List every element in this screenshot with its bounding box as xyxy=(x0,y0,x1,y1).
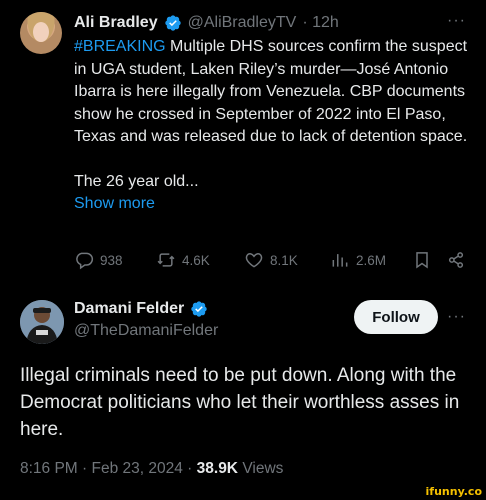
follow-button[interactable]: Follow xyxy=(354,300,438,334)
like-button[interactable]: 8.1K xyxy=(244,250,298,270)
hashtag-link[interactable]: #BREAKING xyxy=(74,38,166,55)
avatar[interactable] xyxy=(20,12,62,54)
avatar-face xyxy=(33,22,49,42)
avatar-image xyxy=(20,300,64,344)
show-more-link[interactable]: Show more xyxy=(74,195,155,212)
repost-button[interactable]: 4.6K xyxy=(156,250,210,270)
bookmark-icon xyxy=(416,252,428,269)
more-options-icon[interactable]: ··· xyxy=(447,12,466,30)
bookmark-button[interactable] xyxy=(412,250,432,270)
views-button[interactable]: 2.6M xyxy=(330,250,386,270)
share-icon xyxy=(448,252,464,268)
tweet-actions: 938 4.6K 8.1K 2.6M xyxy=(74,250,474,276)
repost-icon xyxy=(157,253,175,267)
tweet-header: Damani Felder xyxy=(74,300,208,318)
author-handle[interactable]: @AliBradleyTV xyxy=(188,14,297,32)
view-count: 38.9K xyxy=(196,460,239,477)
share-button[interactable] xyxy=(446,250,466,270)
tweet-timestamp[interactable]: 8:16 PM · Feb 23, 2024 · xyxy=(20,460,192,477)
verified-badge-icon xyxy=(191,301,207,317)
view-count: 2.6M xyxy=(356,252,387,268)
like-count: 8.1K xyxy=(270,252,298,268)
tweet-meta: 8:16 PM · Feb 23, 2024 · 38.9K Views xyxy=(20,460,283,478)
reply-button[interactable]: 938 xyxy=(74,250,123,270)
reply-count: 938 xyxy=(100,252,123,268)
tweet-text: #BREAKING Multiple DHS sources confirm t… xyxy=(74,36,474,216)
quoted-tweet[interactable]: Ali Bradley @AliBradleyTV · 12h ··· #BRE… xyxy=(0,0,486,285)
tweet-time[interactable]: · 12h xyxy=(302,14,338,32)
author-name[interactable]: Damani Felder xyxy=(74,300,184,318)
main-tweet[interactable]: Damani Felder @TheDamaniFelder Follow ··… xyxy=(0,290,486,500)
analytics-icon xyxy=(332,254,348,267)
author-name[interactable]: Ali Bradley xyxy=(74,14,158,32)
avatar[interactable] xyxy=(20,300,64,344)
author-handle[interactable]: @TheDamaniFelder xyxy=(74,322,218,340)
ifunny-watermark: ifunny.co xyxy=(425,485,482,498)
views-label: Views xyxy=(242,460,284,477)
heart-icon xyxy=(245,253,263,268)
tweet-text-second: The 26 year old... xyxy=(74,172,199,190)
more-options-icon[interactable]: ··· xyxy=(447,308,466,326)
verified-badge-icon xyxy=(164,15,181,31)
repost-count: 4.6K xyxy=(182,252,210,268)
reply-icon xyxy=(76,252,94,270)
tweet-header: Ali Bradley @AliBradleyTV · 12h xyxy=(74,12,339,34)
tweet-text: Illegal criminals need to be put down. A… xyxy=(20,365,460,440)
